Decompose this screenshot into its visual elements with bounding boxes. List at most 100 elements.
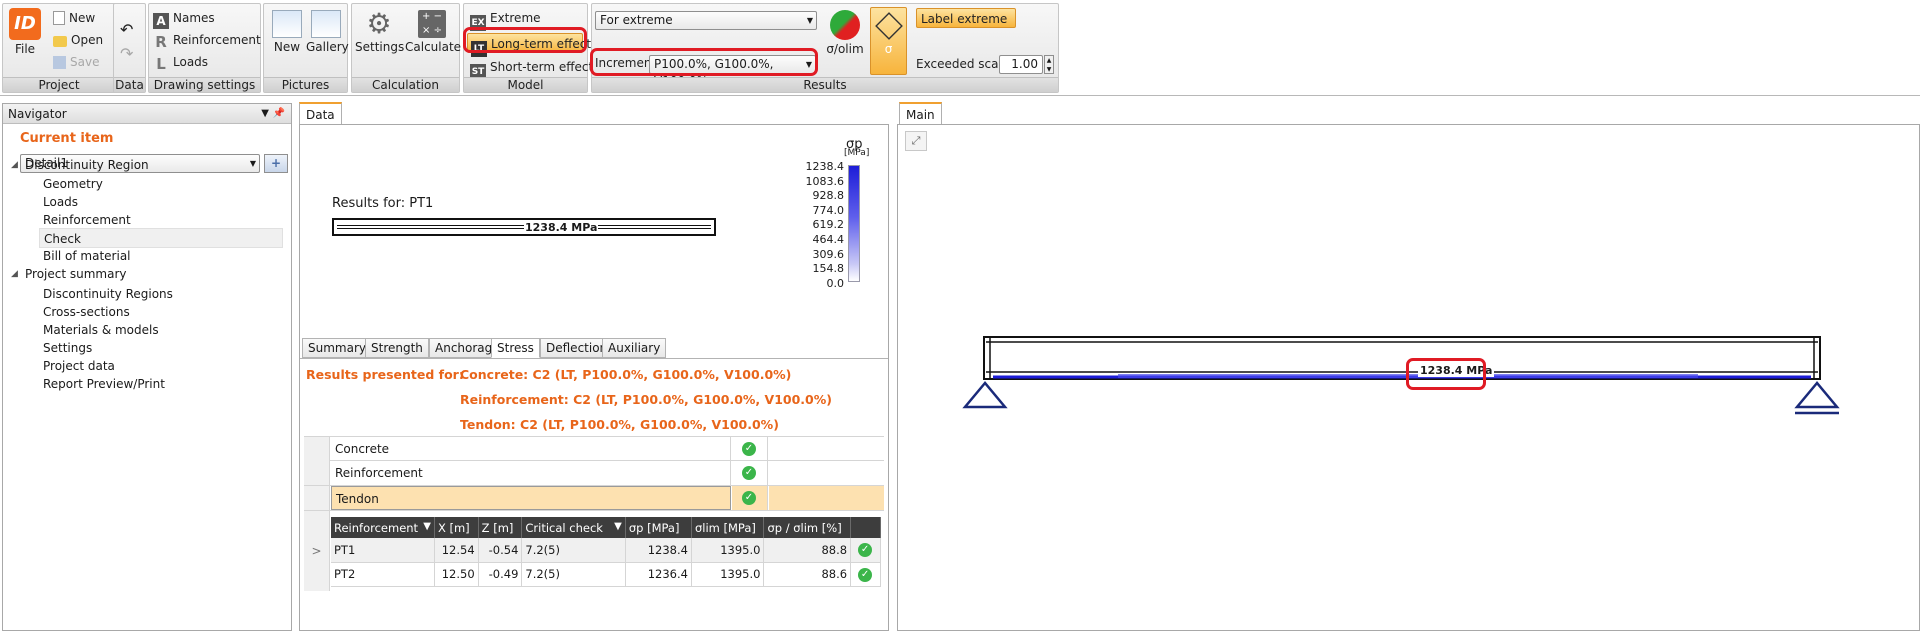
tree-item-settings[interactable]: Settings [39,338,92,358]
table-row[interactable]: PT1 12.54 -0.54 7.2(5) 1238.4 1395.0 88.8 ✓ [331,538,881,563]
reinforcement-display-button[interactable]: R Reinforcement [153,30,261,50]
long-term-effect-button[interactable]: LT Long-term effect [467,33,591,57]
beam-drawing [962,336,1840,415]
calculate-button[interactable]: + − × ÷ Calculate [405,10,461,54]
exceeded-scale-label: Exceeded scale [916,57,1010,71]
calculator-icon: + − × ÷ [418,10,446,38]
drawing-settings-group: A Names R Reinforcement L Loads Drawing set… [148,3,261,93]
exceeded-scale-value: 1.00 [1011,57,1038,71]
tree-item-cross-sections[interactable]: Cross-sections [39,302,130,322]
exceeded-scale-input[interactable]: 1.00 [999,55,1043,74]
tree-item-materials-models[interactable]: Materials & models [39,320,159,340]
names-icon: A [153,13,169,29]
tab-main[interactable]: Main [899,102,942,124]
legend-value: 928.8 [812,189,845,203]
label-extreme-button[interactable]: Label extreme [916,8,1016,28]
extreme-selector[interactable]: For extreme ▼ [595,11,817,30]
check-name: Tendon [331,486,731,510]
tree-item-discontinuity-regions[interactable]: Discontinuity Regions [39,284,173,304]
new-picture-button[interactable]: New [270,10,304,54]
reinforcement-icon: R [155,33,167,51]
tree-item-report-preview-print[interactable]: Report Preview/Print [39,374,165,394]
extreme-button[interactable]: EX Extreme [470,8,541,31]
row-header [304,461,330,485]
data-group-label: Data [114,77,145,92]
tree-item-bill-of-material[interactable]: Bill of material [39,246,131,266]
project-group: ID File New Open Save Project [2,3,116,93]
results-group: For extreme ▼ Increment P100.0%, G100.0%,… [591,3,1059,93]
sigma-button[interactable]: σ [870,7,907,75]
gallery-button[interactable]: Gallery [306,10,349,54]
filter-icon[interactable]: ▼ [423,521,431,532]
increment-selector[interactable]: P100.0%, G100.0%, V100.0%▼ [649,55,816,88]
file-label: File [14,42,36,56]
open-project-button[interactable]: Open [53,30,103,50]
undo-button[interactable]: ↶ [120,20,133,40]
calculation-group-label: Calculation [352,77,459,92]
check-name: Reinforcement [331,461,731,485]
column-header-label: Critical check [525,520,603,535]
tree-item-reinforcement[interactable]: Reinforcement [39,210,131,230]
filter-icon[interactable]: ▼ [614,521,622,532]
chevron-down-icon: ▼ [249,159,256,168]
tree-item-geometry[interactable]: Geometry [39,174,103,194]
settings-button[interactable]: ⚙ Settings [355,10,404,55]
column-header[interactable]: Reinforcement ▼ [331,517,435,538]
tab-data[interactable]: Data [299,102,342,124]
sigma-label: σ [884,42,893,56]
add-item-button[interactable]: + [264,154,288,173]
names-button[interactable]: A Names [153,8,215,29]
file-button[interactable]: ID File [7,8,43,56]
open-project-label: Open [71,33,104,47]
detail-expander[interactable]: > [304,511,330,591]
navigator-title: Navigator [8,107,67,121]
check-status: ✓ [732,437,768,461]
check-row-concrete[interactable]: Concrete ✓ [304,436,884,461]
check-status: ✓ [732,486,768,510]
extreme-label: Extreme [490,11,541,25]
tree-item-project-data[interactable]: Project data [39,356,115,376]
tree-item-loads[interactable]: Loads [39,192,78,212]
extreme-selector-value: For extreme [600,13,673,27]
exceeded-scale-spinner[interactable]: ▲ ▼ [1044,55,1054,74]
tree-expander-icon[interactable]: ◢ [11,269,18,279]
pin-icon[interactable]: 📌 [273,104,285,124]
long-term-icon: LT [471,41,487,57]
check-row-tendon[interactable]: Tendon ✓ [304,486,884,511]
column-header-label: X [m] [437,520,470,535]
tree-item-check[interactable]: Check [39,228,283,248]
table-row[interactable]: PT2 12.50 -0.49 7.2(5) 1236.4 1395.0 88.6 ✓ [331,562,881,587]
short-term-effect-label: Short-term effect [490,60,594,74]
tab-summary[interactable]: Summary [302,338,372,358]
status-cell: ✓ [850,562,881,587]
short-term-effect-button[interactable]: ST Short-term effect [470,57,594,80]
extreme-icon: EX [470,15,486,31]
tree-expander-icon[interactable]: ◢ [11,160,18,170]
model-group: EX Extreme LT Long-term effect ST Short-ter… [463,3,593,93]
loads-display-button[interactable]: L Loads [153,52,208,72]
sigma-olim-button[interactable]: σ/olim [824,10,866,56]
main-viewport[interactable]: ⤢ 1238.4 MPa [897,124,1920,631]
navigator-menu-icon[interactable]: ▼ [261,104,269,124]
calculation-group: ⚙ Settings + − × ÷ Calculate Calculation [351,3,461,93]
current-item-label: Current item [20,131,114,146]
new-project-button[interactable]: New [53,8,95,28]
results-presented-for: Results presented for: [306,367,464,382]
data-pane: Results for: PT1 1238.4 MPa σp [MPa] 123… [299,124,889,631]
table-cell: 88.8 [763,538,852,563]
tree-item-project-summary[interactable]: Project summary [25,264,127,284]
table-cell: 7.2(5) [521,538,626,563]
legend-unit: [MPa] [844,148,870,158]
folder-icon [53,36,67,47]
redo-icon: ↷ [120,44,134,63]
tab-stress[interactable]: Stress [491,338,540,358]
column-header[interactable]: Critical check ▼ [521,517,626,538]
tendon-stress-bar: 1238.4 MPa [332,218,716,236]
tab-auxiliary[interactable]: Auxiliary [602,338,667,358]
tree-item-discontinuity-region[interactable]: Discontinuity Region [25,155,149,175]
save-project-button[interactable]: Save [53,52,99,72]
names-label: Names [173,11,215,25]
tab-strength[interactable]: Strength [365,338,429,358]
check-row-reinforcement[interactable]: Reinforcement ✓ [304,461,884,486]
redo-button[interactable]: ↷ [120,44,133,64]
